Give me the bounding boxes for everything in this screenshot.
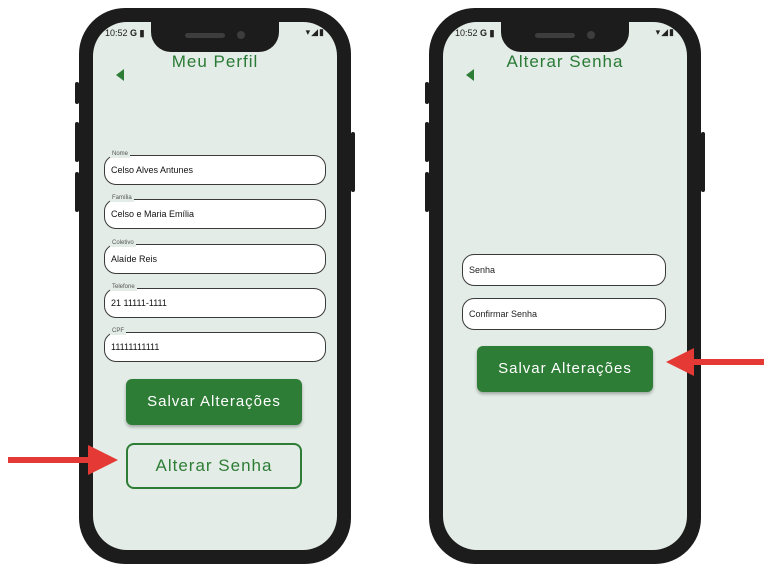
field-value: 11111111111 (111, 342, 160, 352)
field-value: Celso e Maria Emília (111, 209, 195, 219)
profile-screen: 10:52 G ▮ ▾◢▮ Meu Perfil Nome Celso Alve… (93, 22, 337, 550)
phone-field[interactable]: Telefone 21 11111-1111 (104, 283, 326, 318)
phone-frame-profile: 10:52 G ▮ ▾◢▮ Meu Perfil Nome Celso Alve… (75, 8, 355, 564)
password-field[interactable]: Senha (462, 254, 666, 286)
status-icons: ▾◢▮ (305, 27, 325, 37)
phone-frame-password: 10:52 G ▮ ▾◢▮ Alterar Senha Senha Confir… (425, 8, 705, 564)
family-field[interactable]: Família Celso e Maria Emília (104, 194, 326, 229)
phone-side-button (351, 132, 355, 192)
status-time: 10:52 G ▮ (105, 28, 145, 38)
page-title: Meu Perfil (171, 52, 259, 71)
password-screen: 10:52 G ▮ ▾◢▮ Alterar Senha Senha Confir… (443, 22, 687, 550)
field-label: Família (110, 194, 134, 202)
page-title: Alterar Senha (506, 52, 624, 71)
save-changes-button[interactable]: Salvar Alterações (126, 379, 302, 425)
status-time: 10:52 G ▮ (455, 28, 495, 38)
phone-side-button (425, 82, 429, 104)
status-icons: ▾◢▮ (655, 27, 675, 37)
cpf-field[interactable]: CPF 11111111111 (104, 327, 326, 362)
phone-notch (501, 22, 629, 52)
field-label: CPF (110, 327, 126, 335)
field-label: Telefone (110, 283, 137, 291)
phone-side-button (75, 82, 79, 104)
phone-side-button (75, 122, 79, 162)
name-field[interactable]: Nome Celso Alves Antunes (104, 150, 326, 185)
camera-icon (587, 31, 595, 39)
phone-side-button (701, 132, 705, 192)
confirm-password-field[interactable]: Confirmar Senha (462, 298, 666, 330)
speaker-icon (185, 33, 225, 38)
password-placeholder: Senha (469, 265, 496, 275)
red-arrow-right-icon (8, 445, 118, 475)
field-label: Coletivo (110, 239, 136, 247)
phone-side-button (75, 172, 79, 212)
confirm-password-placeholder: Confirmar Senha (469, 309, 538, 319)
field-value: 21 11111-1111 (111, 298, 167, 308)
speaker-icon (535, 33, 575, 38)
change-password-button[interactable]: Alterar Senha (126, 443, 302, 489)
field-value: Alaíde Reis (111, 254, 158, 264)
phone-side-button (425, 172, 429, 212)
phone-side-button (425, 122, 429, 162)
field-value: Celso Alves Antunes (111, 165, 194, 175)
field-label: Nome (110, 150, 131, 158)
phone-notch (151, 22, 279, 52)
save-changes-button[interactable]: Salvar Alterações (477, 346, 653, 392)
camera-icon (237, 31, 245, 39)
red-arrow-left-icon (666, 348, 764, 376)
collective-field[interactable]: Coletivo Alaíde Reis (104, 239, 326, 274)
